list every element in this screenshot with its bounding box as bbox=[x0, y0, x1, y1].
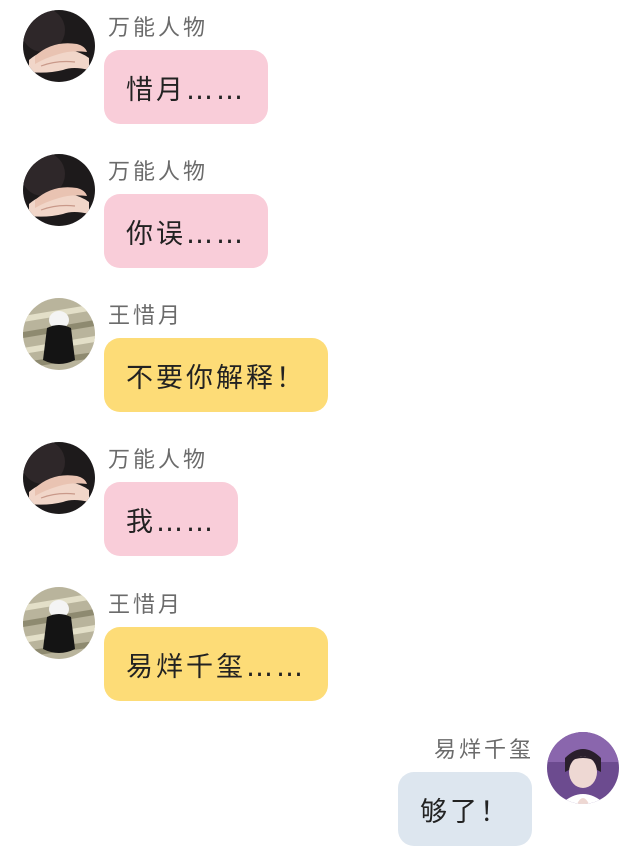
hands-avatar-icon[interactable] bbox=[23, 10, 95, 82]
sender-name: 万能人物 bbox=[108, 16, 209, 41]
chat-message: 万能人物 惜月…… bbox=[0, 0, 640, 140]
sender-name: 万能人物 bbox=[108, 160, 209, 185]
message-bubble[interactable]: 易烊千玺…… bbox=[104, 627, 328, 701]
boy-portrait-avatar-icon[interactable] bbox=[547, 732, 619, 804]
chat-message: 王惜月 易烊千玺…… bbox=[0, 577, 640, 717]
chat-message: 万能人物 我…… bbox=[0, 432, 640, 572]
message-bubble[interactable]: 你误…… bbox=[104, 194, 268, 268]
message-bubble[interactable]: 惜月…… bbox=[104, 50, 268, 124]
hands-avatar-icon[interactable] bbox=[23, 442, 95, 514]
chat-message: 王惜月 不要你解释！ bbox=[0, 288, 640, 428]
hands-avatar-icon[interactable] bbox=[23, 154, 95, 226]
chat-message: 易烊千玺 够了！ bbox=[0, 712, 640, 852]
chat-message: 万能人物 你误…… bbox=[0, 144, 640, 284]
sender-name: 万能人物 bbox=[108, 448, 209, 473]
sender-name: 王惜月 bbox=[108, 304, 184, 329]
message-bubble[interactable]: 够了！ bbox=[398, 772, 532, 846]
message-bubble[interactable]: 我…… bbox=[104, 482, 238, 556]
message-bubble[interactable]: 不要你解释！ bbox=[104, 338, 328, 412]
girl-back-avatar-icon[interactable] bbox=[23, 298, 95, 370]
sender-name: 王惜月 bbox=[108, 593, 184, 618]
sender-name: 易烊千玺 bbox=[433, 738, 534, 763]
girl-back-avatar-icon[interactable] bbox=[23, 587, 95, 659]
